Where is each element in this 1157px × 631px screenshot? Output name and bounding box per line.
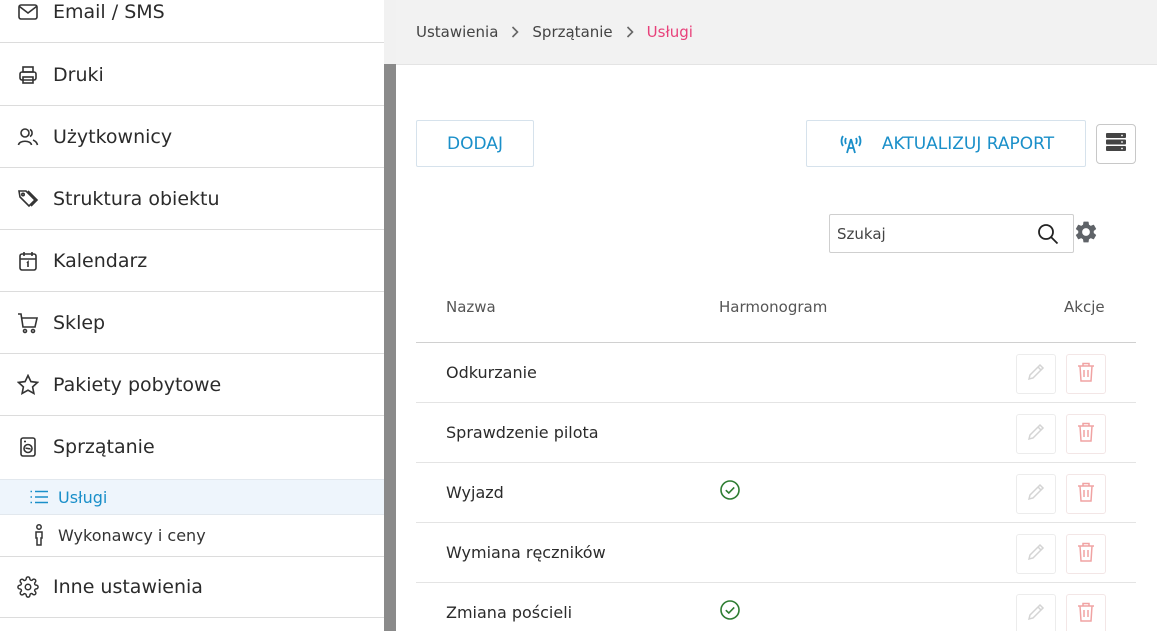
sidebar-item-label: Inne ustawienia xyxy=(53,576,203,598)
sidebar-item-label: Sprzątanie xyxy=(53,436,155,458)
delete-button[interactable] xyxy=(1066,354,1106,394)
add-button[interactable]: DODAJ xyxy=(416,120,534,167)
pencil-icon xyxy=(1026,362,1046,386)
sidebar-subitem-wykonawcy-i-ceny[interactable]: Wykonawcy i ceny xyxy=(0,517,384,553)
pencil-icon xyxy=(1026,602,1046,626)
sidebar-item-pakiety-pobytowe[interactable]: Pakiety pobytowe xyxy=(0,354,384,416)
edit-button[interactable] xyxy=(1016,474,1056,514)
tags-icon xyxy=(17,188,39,210)
column-header-actions: Akcje xyxy=(1064,298,1105,316)
pencil-icon xyxy=(1026,422,1046,446)
edit-button[interactable] xyxy=(1016,534,1056,574)
sidebar-item-label: Pakiety pobytowe xyxy=(53,373,222,396)
breadcrumb-item-current: Usługi xyxy=(646,23,693,41)
table-row[interactable]: Zmiana pościeli xyxy=(416,583,1136,631)
breadcrumb-item-ustawienia[interactable]: Ustawienia xyxy=(416,23,498,41)
trash-icon xyxy=(1076,421,1096,447)
column-header-name[interactable]: Nazwa xyxy=(446,298,496,316)
search-field xyxy=(829,214,1074,253)
sidebar-scrollbar[interactable] xyxy=(384,0,396,631)
trash-icon xyxy=(1076,481,1096,507)
breadcrumb: Ustawienia Sprzątanie Usługi xyxy=(396,0,1157,65)
service-name: Wymiana ręczników xyxy=(446,543,606,562)
layout-menu-button[interactable] xyxy=(1096,124,1136,164)
main-content: Ustawienia Sprzątanie Usługi DODAJ AKTUA… xyxy=(396,0,1157,631)
edit-button[interactable] xyxy=(1016,594,1056,631)
table-row[interactable]: Odkurzanie xyxy=(416,343,1136,403)
star-icon xyxy=(17,373,39,396)
check-circle-icon xyxy=(719,599,741,625)
gear-icon xyxy=(17,576,39,598)
calendar-icon xyxy=(17,250,39,272)
trash-icon xyxy=(1076,361,1096,387)
table-settings-gear-icon[interactable] xyxy=(1073,219,1099,245)
delete-button[interactable] xyxy=(1066,594,1106,631)
delete-button[interactable] xyxy=(1066,534,1106,574)
trash-icon xyxy=(1076,541,1096,567)
breadcrumb-item-sprzatanie[interactable]: Sprzątanie xyxy=(532,23,612,41)
service-name: Wyjazd xyxy=(446,483,504,502)
edit-button[interactable] xyxy=(1016,414,1056,454)
table-row[interactable]: Wymiana ręczników xyxy=(416,523,1136,583)
sidebar-item-struktura-obiektu[interactable]: Struktura obiektu xyxy=(0,168,384,230)
service-name: Sprawdzenie pilota xyxy=(446,423,599,442)
washing-machine-icon xyxy=(17,436,39,458)
sidebar-item-druki[interactable]: Druki xyxy=(0,44,384,106)
broadcast-antenna-icon xyxy=(838,133,864,155)
check-circle-icon xyxy=(719,479,741,505)
list-icon xyxy=(29,487,49,507)
sidebar-subitem-uslugi[interactable]: Usługi xyxy=(0,479,384,515)
search-input[interactable] xyxy=(837,224,1027,243)
sidebar-item-label: Użytkownicy xyxy=(53,125,173,148)
cart-icon xyxy=(17,312,39,334)
edit-button[interactable] xyxy=(1016,354,1056,394)
pencil-icon xyxy=(1026,542,1046,566)
sidebar-item-label: Kalendarz xyxy=(53,249,148,272)
column-header-schedule[interactable]: Harmonogram xyxy=(719,298,827,316)
sidebar-item-email-sms[interactable]: Email / SMS xyxy=(0,0,384,43)
sidebar-item-label: Sklep xyxy=(53,311,106,334)
envelope-icon xyxy=(17,1,39,23)
update-report-button[interactable]: AKTUALIZUJ RAPORT xyxy=(806,120,1086,167)
delete-button[interactable] xyxy=(1066,474,1106,514)
delete-button[interactable] xyxy=(1066,414,1106,454)
sidebar-subitem-label: Wykonawcy i ceny xyxy=(58,525,206,545)
sidebar-item-sklep[interactable]: Sklep xyxy=(0,292,384,354)
scrollbar-thumb[interactable] xyxy=(384,64,396,631)
person-icon xyxy=(29,524,49,546)
sidebar-item-label: Druki xyxy=(53,63,104,86)
sidebar-item-uzytkownicy[interactable]: Użytkownicy xyxy=(0,106,384,168)
sidebar-item-inne-ustawienia[interactable]: Inne ustawienia xyxy=(0,556,384,618)
update-report-label: AKTUALIZUJ RAPORT xyxy=(881,133,1055,154)
pencil-icon xyxy=(1026,482,1046,506)
add-button-label: DODAJ xyxy=(447,133,503,154)
printer-icon xyxy=(17,64,39,86)
sidebar-subitem-label: Usługi xyxy=(58,487,108,507)
server-list-icon xyxy=(1105,131,1127,158)
service-name: Odkurzanie xyxy=(446,363,537,382)
chevron-right-icon xyxy=(510,25,520,39)
sidebar-item-sprzatanie[interactable]: Sprzątanie xyxy=(0,416,384,478)
sidebar-item-label: Struktura obiektu xyxy=(53,187,220,210)
table-row[interactable]: Sprawdzenie pilota xyxy=(416,403,1136,463)
search-icon[interactable] xyxy=(1037,223,1059,249)
sidebar-item-label: Email / SMS xyxy=(53,0,165,23)
table-row[interactable]: Wyjazd xyxy=(416,463,1136,523)
chevron-right-icon xyxy=(625,25,635,39)
trash-icon xyxy=(1076,601,1096,627)
users-icon xyxy=(17,126,39,148)
sidebar-item-kalendarz[interactable]: Kalendarz xyxy=(0,230,384,292)
service-name: Zmiana pościeli xyxy=(446,603,573,622)
sidebar: Email / SMS Druki Użytkownicy Struktura … xyxy=(0,0,384,631)
